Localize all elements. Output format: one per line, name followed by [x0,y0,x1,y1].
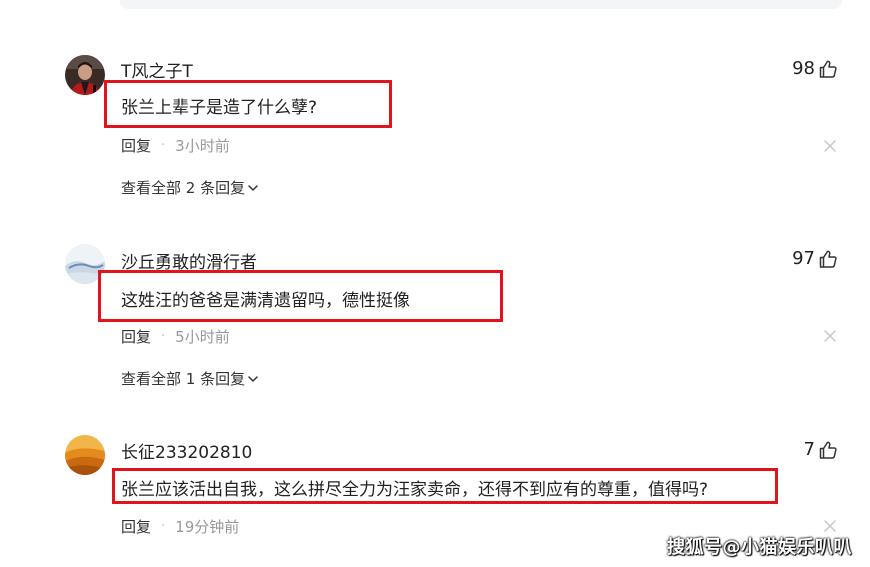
like-count: 98 [792,58,815,79]
reply-button[interactable]: 回复 [121,516,151,537]
reply-button[interactable]: 回复 [121,135,151,156]
reply-button[interactable]: 回复 [121,326,151,347]
separator: · [161,138,166,153]
view-all-replies-link[interactable]: 查看全部 1 条回复 [121,368,259,389]
close-icon[interactable] [822,518,838,534]
chevron-down-icon [248,375,258,382]
comment-meta: 回复 · 3小时前 [121,135,230,156]
previous-section-bar [120,0,842,9]
like-count: 97 [792,248,815,269]
comment-meta: 回复 · 5小时前 [121,326,230,347]
separator: · [161,329,166,344]
thumbs-up-icon [819,60,837,78]
chevron-down-icon [248,184,258,191]
comment-username[interactable]: 长征233202810 [121,438,252,463]
thumbs-up-icon [819,441,837,459]
thumbs-up-icon [819,250,837,268]
comment-time: 19分钟前 [175,518,240,536]
view-all-replies-label: 查看全部 1 条回复 [121,370,246,388]
user-avatar[interactable] [65,435,105,475]
comment-username[interactable]: T风之子T [121,57,193,82]
like-count: 7 [803,439,815,460]
source-watermark: 搜狐号@小猫娱乐叭叭 [667,537,852,558]
like-button[interactable]: 7 [804,439,838,460]
desert-dunes-avatar-icon [65,435,105,475]
portrait-photo-avatar-icon [65,55,105,95]
view-all-replies-link[interactable]: 查看全部 2 条回复 [121,177,259,198]
comment-text: 张兰上辈子是造了什么孽? [121,98,318,118]
comment-text: 这姓汪的爸爸是满清遗留吗，德性挺像 [121,291,410,311]
comment-meta: 回复 · 19分钟前 [121,516,239,537]
user-avatar[interactable] [65,55,105,95]
comment-time: 5小时前 [175,328,230,346]
close-icon[interactable] [822,328,838,344]
separator: · [161,519,166,534]
like-button[interactable]: 97 [792,248,838,269]
view-all-replies-label: 查看全部 2 条回复 [121,179,246,197]
close-icon[interactable] [822,138,838,154]
comment-time: 3小时前 [175,137,230,155]
comment-text: 张兰应该活出自我，这么拼尽全力为汪家卖命，还得不到应有的尊重，值得吗? [121,480,709,500]
like-button[interactable]: 98 [792,58,838,79]
